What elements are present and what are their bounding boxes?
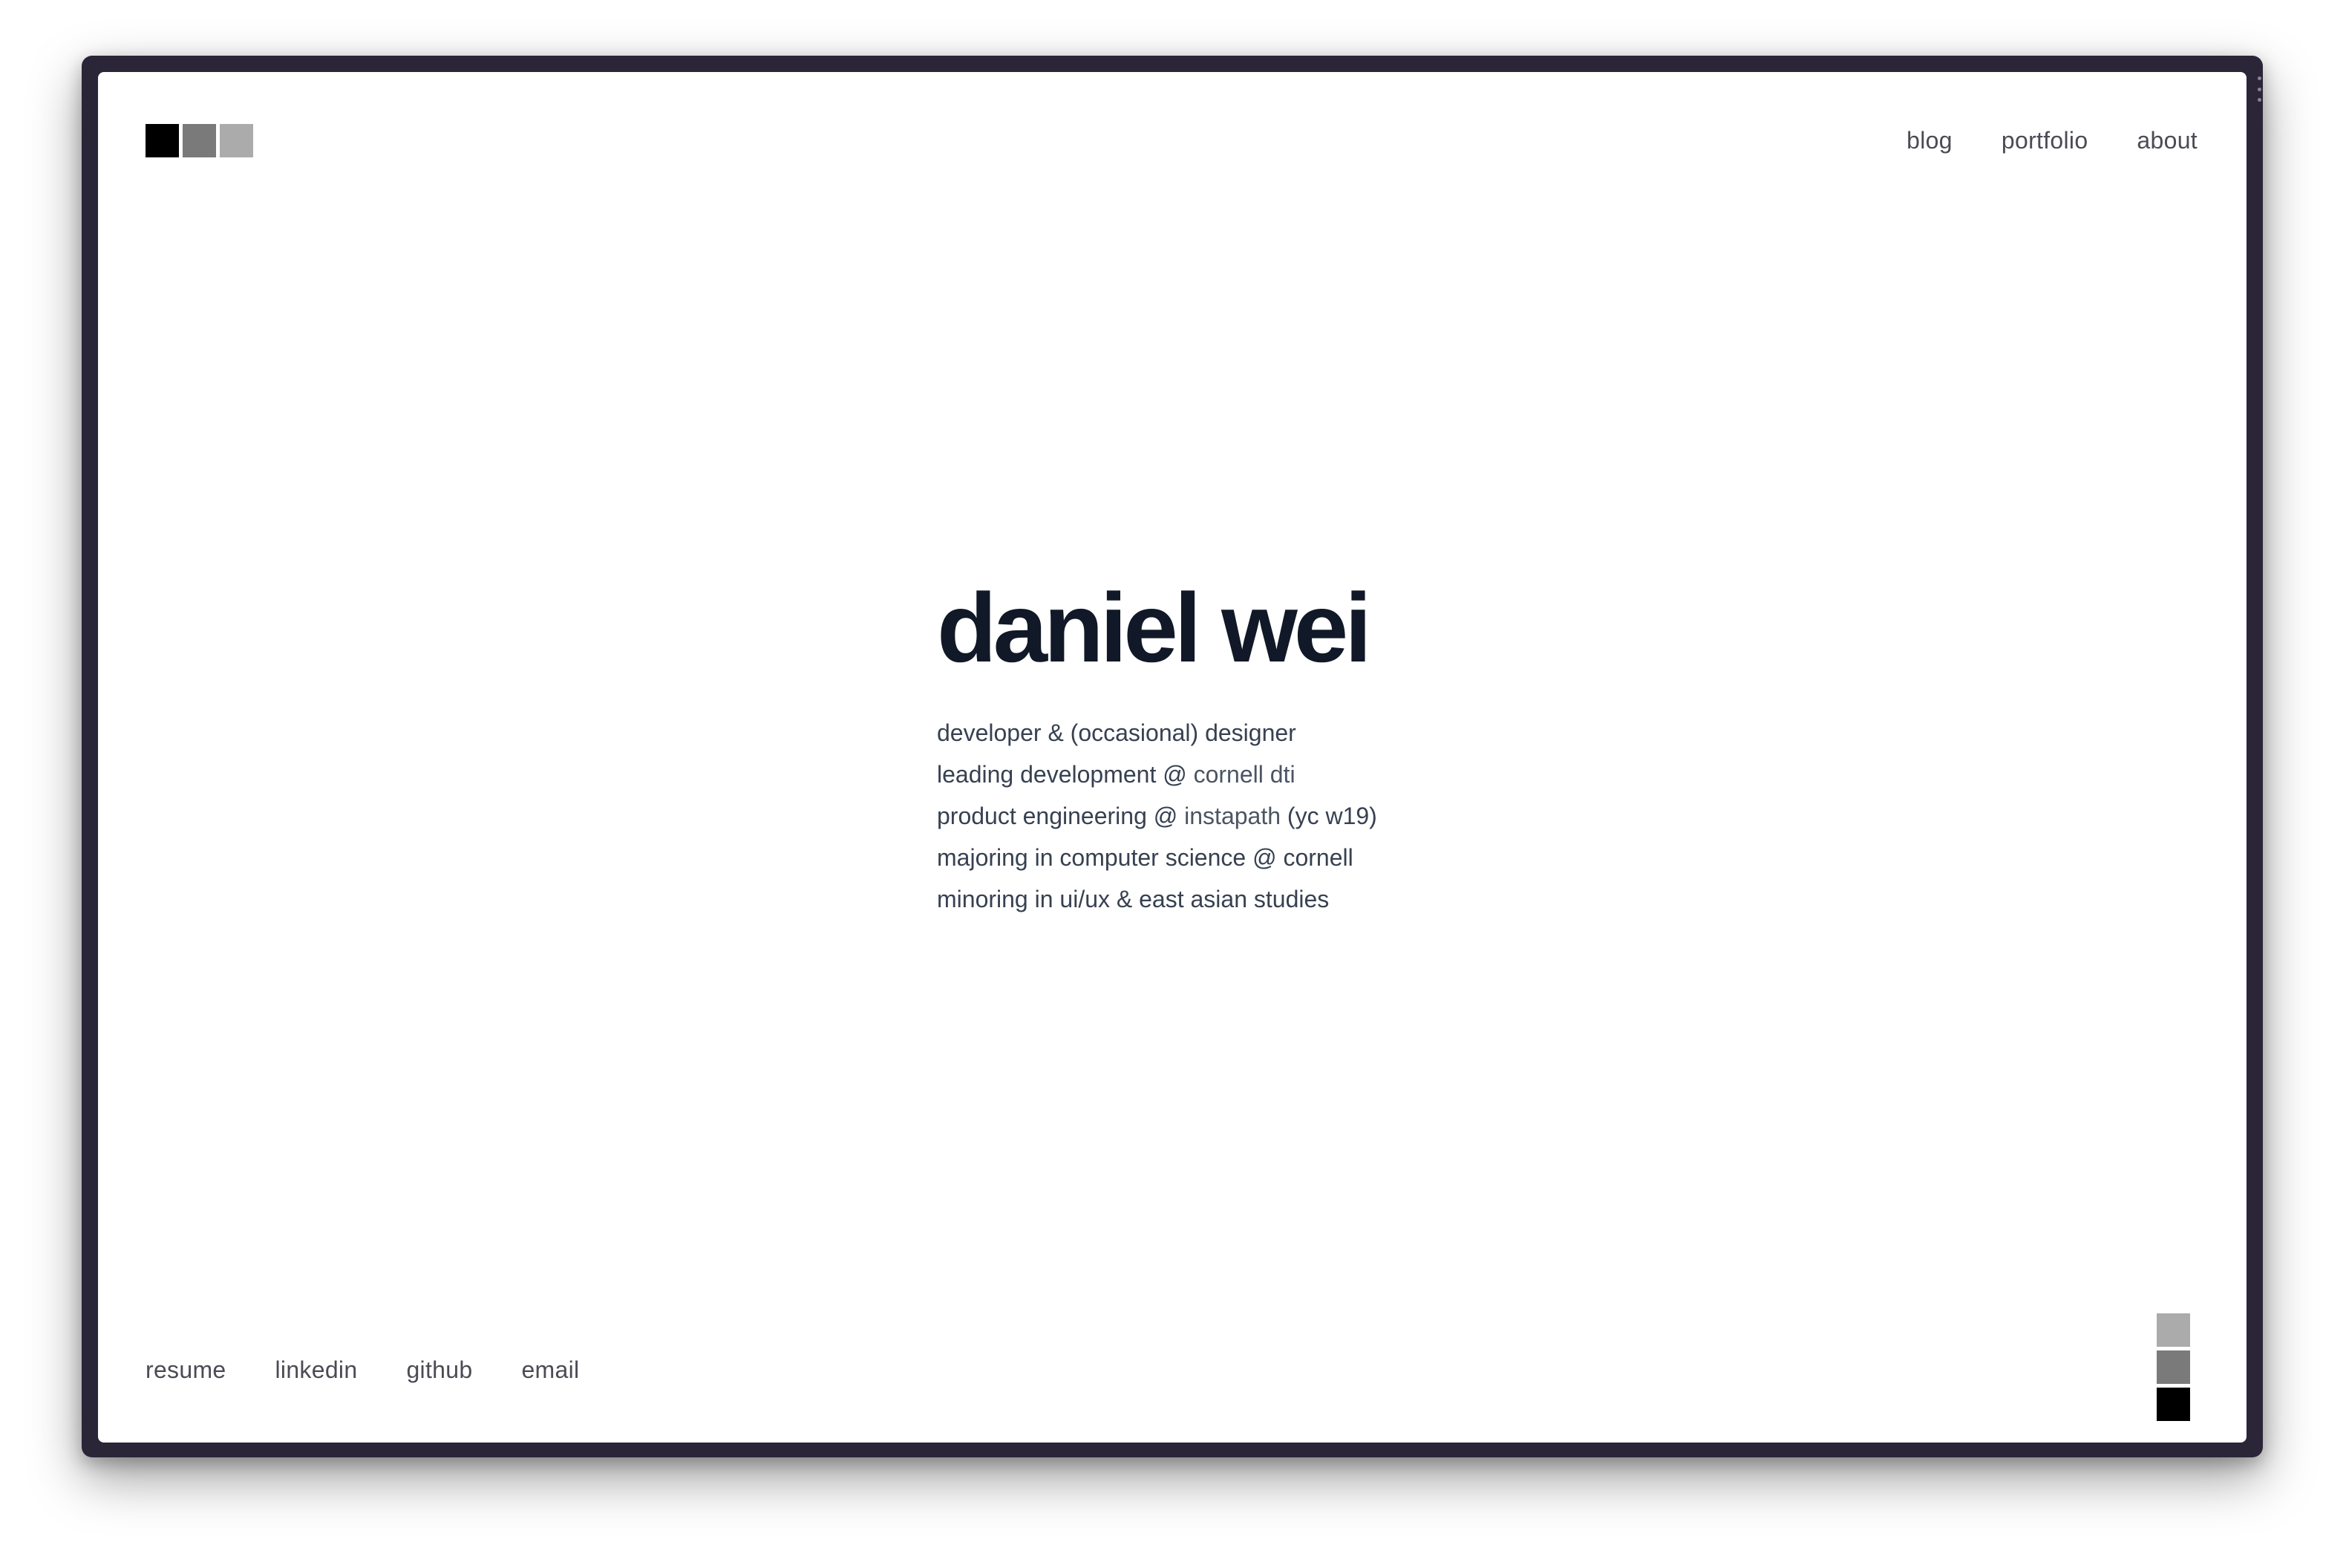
- hero-line-major: majoring in computer science @ cornell: [937, 844, 1353, 871]
- hero-section: daniel wei developer & (occasional) desi…: [937, 569, 1605, 920]
- page-content: blog portfolio about daniel wei develope…: [98, 72, 2247, 1443]
- nav-link-about[interactable]: about: [2137, 122, 2198, 158]
- hero-line-instapath-suffix: (yc w19): [1281, 803, 1377, 829]
- logo-home-link[interactable]: [146, 124, 253, 157]
- hero-line-instapath-prefix: product engineering @: [937, 803, 1185, 829]
- screen: blog portfolio about daniel wei develope…: [0, 0, 2346, 1568]
- logo-square-gray: [183, 124, 216, 157]
- theme-swatch-black[interactable]: [2157, 1388, 2190, 1421]
- top-navigation: blog portfolio about: [1906, 122, 2198, 158]
- footer-link-email[interactable]: email: [521, 1352, 579, 1388]
- nav-link-blog[interactable]: blog: [1906, 122, 1953, 158]
- footer-link-github[interactable]: github: [406, 1352, 472, 1388]
- hero-line-dti-prefix: leading development @: [937, 761, 1194, 788]
- cornell-dti-link[interactable]: cornell dti: [1194, 761, 1295, 788]
- resize-grip[interactable]: [2257, 76, 2261, 102]
- hero-line-role: developer & (occasional) designer: [937, 719, 1296, 746]
- logo-square-light-gray: [220, 124, 253, 157]
- theme-swatch-gray[interactable]: [2157, 1350, 2190, 1384]
- hero-line-instapath: product engineering @ instapath (yc w19): [937, 795, 1605, 837]
- nav-link-portfolio[interactable]: portfolio: [2002, 122, 2088, 158]
- hero-title: daniel wei: [937, 573, 1372, 682]
- hero-description: developer & (occasional) designer leadin…: [937, 712, 1605, 920]
- hero-line-dti: leading development @ cornell dti: [937, 754, 1605, 795]
- logo-square-black: [146, 124, 179, 157]
- footer-links: resume linkedin github email: [146, 1352, 579, 1388]
- footer-link-resume[interactable]: resume: [146, 1352, 226, 1388]
- hero-line-minor: minoring in ui/ux & east asian studies: [937, 886, 1330, 912]
- footer-link-linkedin[interactable]: linkedin: [275, 1352, 358, 1388]
- instapath-link[interactable]: instapath: [1184, 803, 1281, 829]
- browser-window-frame: blog portfolio about daniel wei develope…: [82, 56, 2263, 1457]
- theme-swatch-light-gray[interactable]: [2157, 1313, 2190, 1347]
- theme-swatches: [2157, 1313, 2190, 1421]
